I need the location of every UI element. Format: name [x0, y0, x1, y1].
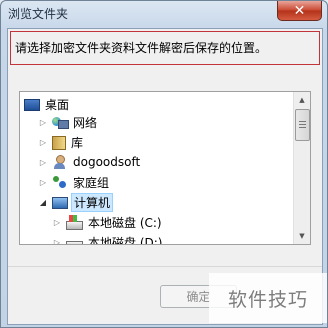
tree-item-drive-d[interactable]: ▷ 本地磁盘 (D:) — [52, 232, 164, 245]
tree-item-homegroup[interactable]: ▷ 家庭组 — [38, 172, 111, 192]
tree-item-label: 桌面 — [45, 97, 70, 112]
tree-item-network[interactable]: ▷ 网络 — [38, 112, 99, 132]
close-icon: ✕ — [293, 2, 306, 19]
user-folder-icon — [52, 154, 68, 170]
network-icon — [52, 114, 69, 130]
divider — [8, 266, 322, 267]
tree-item-label: dogoodsoft — [73, 155, 141, 169]
system-drive-icon — [66, 214, 83, 230]
homegroup-icon — [52, 174, 68, 190]
watermark-text: 软件技巧 — [227, 288, 308, 311]
scroll-up-icon[interactable]: ▲ — [294, 92, 310, 108]
instruction-text: 请选择加密文件夹资料文件解密后保存的位置。 — [15, 41, 268, 55]
tree-item-computer[interactable]: ◢ 计算机 — [38, 192, 114, 212]
expand-arrow-icon[interactable]: ▷ — [52, 237, 62, 245]
tree-item-label: 网络 — [73, 115, 98, 130]
tree-item-desktop[interactable]: 桌面 — [24, 94, 71, 114]
library-icon — [52, 136, 66, 150]
tree-item-drive-c[interactable]: ▷ 本地磁盘 (C:) — [52, 212, 164, 232]
tree-item-label: 本地磁盘 (C:) — [88, 215, 162, 230]
watermark: 软件技巧 — [209, 273, 327, 323]
tree-item-label: 家庭组 — [73, 175, 110, 190]
browse-folder-dialog: 浏览文件夹 ✕ 请选择加密文件夹资料文件解密后保存的位置。 桌面 ▷ 网络 ▷ … — [0, 0, 328, 328]
tree-item-label: 库 — [71, 135, 84, 150]
tree-item-label: 本地磁盘 (D:) — [88, 235, 163, 245]
expand-arrow-icon[interactable]: ▷ — [38, 177, 48, 187]
tree-item-libraries[interactable]: ▷ 库 — [38, 132, 85, 152]
window-title: 浏览文件夹 — [8, 7, 69, 21]
folder-tree[interactable]: 桌面 ▷ 网络 ▷ 库 ▷ dogoodsoft ▷ 家庭组 ◢ 计算机 ▷ 本… — [19, 91, 311, 245]
computer-icon — [52, 196, 68, 209]
tree-item-user[interactable]: ▷ dogoodsoft — [38, 152, 142, 172]
scroll-down-icon[interactable]: ▼ — [294, 228, 310, 244]
scrollbar-thumb[interactable] — [295, 109, 310, 141]
close-button[interactable]: ✕ — [277, 1, 322, 21]
drive-icon — [66, 240, 83, 244]
expand-arrow-icon[interactable]: ▷ — [52, 217, 62, 227]
desktop-icon — [24, 99, 40, 111]
expand-arrow-icon[interactable]: ▷ — [38, 157, 48, 167]
expand-arrow-icon[interactable]: ▷ — [38, 117, 48, 127]
collapse-arrow-icon[interactable]: ◢ — [38, 197, 48, 207]
expand-arrow-icon[interactable]: ▷ — [38, 137, 48, 147]
tree-item-label: 计算机 — [71, 192, 114, 212]
message-box: 请选择加密文件夹资料文件解密后保存的位置。 — [10, 31, 320, 65]
vertical-scrollbar[interactable]: ▲ ▼ — [293, 92, 310, 244]
